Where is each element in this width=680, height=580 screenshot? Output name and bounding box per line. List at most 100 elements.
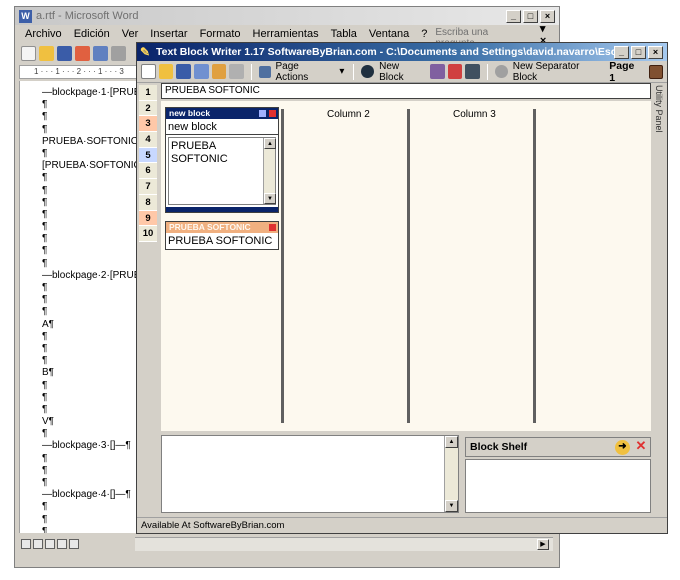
- page-tab-8[interactable]: 8: [139, 194, 157, 211]
- page-tab-5[interactable]: 5: [139, 147, 157, 164]
- new-file-icon[interactable]: [141, 64, 156, 79]
- web-view-icon[interactable]: [33, 539, 43, 549]
- preview-icon[interactable]: [111, 45, 126, 61]
- block-header[interactable]: new block: [166, 108, 278, 119]
- document-line: —blockpage·2·[PRUEB: [42, 269, 141, 281]
- normal-view-icon[interactable]: [21, 539, 31, 549]
- ask-question-input[interactable]: Escriba una pregunta: [433, 27, 529, 49]
- shelf-delete-icon[interactable]: ✕: [632, 438, 650, 456]
- document-line: ¶: [42, 221, 48, 233]
- document-line: ¶: [42, 501, 48, 513]
- scroll-down-icon[interactable]: ▼: [445, 500, 458, 512]
- notes-textarea[interactable]: ▲ ▼: [161, 435, 459, 513]
- menu-herramientas[interactable]: Herramientas: [247, 28, 325, 40]
- toolbar-separator: [250, 63, 252, 80]
- print-view-icon[interactable]: [45, 539, 55, 549]
- ruler: 1 · · · 1 · · · 2 · · · 1 · · · 3: [19, 65, 143, 79]
- text-block[interactable]: new block new block PRUEBA SOFTONIC ▲ ▼: [165, 107, 279, 213]
- menu-tabla[interactable]: Tabla: [325, 28, 363, 40]
- export-icon[interactable]: [193, 64, 209, 79]
- block-header[interactable]: PRUEBA SOFTONIC: [166, 222, 278, 233]
- page-tab-9[interactable]: 9: [139, 210, 157, 227]
- document-line: ¶: [42, 233, 48, 245]
- block-name-field[interactable]: new block: [166, 119, 278, 135]
- notes-scrollbar[interactable]: ▲ ▼: [444, 436, 458, 512]
- open-file-icon[interactable]: [158, 64, 174, 79]
- scroll-down-icon[interactable]: ▼: [264, 193, 276, 204]
- block-shelf-list[interactable]: [465, 459, 651, 513]
- new-doc-icon[interactable]: [21, 45, 36, 61]
- utility-panel-label: Utility Panel: [654, 85, 664, 133]
- import-icon[interactable]: [211, 64, 227, 79]
- page-title-input[interactable]: PRUEBA SOFTONIC: [161, 83, 651, 99]
- document-line: ¶: [42, 111, 48, 123]
- tbw-toolbar: Page Actions ▾ New Block New Separator B…: [137, 60, 667, 84]
- document-line: ¶: [42, 452, 48, 464]
- menu-ventana[interactable]: Ventana: [363, 28, 415, 40]
- text-block[interactable]: PRUEBA SOFTONIC PRUEBA SOFTONIC: [165, 221, 279, 250]
- page-tab-2[interactable]: 2: [139, 100, 157, 117]
- new-block-button[interactable]: New Block: [377, 61, 427, 83]
- column-divider[interactable]: [281, 109, 284, 423]
- save-icon[interactable]: [57, 45, 72, 61]
- menu-help[interactable]: ?: [415, 28, 433, 40]
- block-text-area[interactable]: PRUEBA SOFTONIC ▲ ▼: [168, 137, 276, 205]
- column-divider[interactable]: [407, 109, 410, 423]
- outline-view-icon[interactable]: [57, 539, 67, 549]
- menu-insertar[interactable]: Insertar: [144, 28, 193, 40]
- menu-formato[interactable]: Formato: [194, 28, 247, 40]
- page-actions-button[interactable]: Page Actions: [274, 61, 335, 83]
- column-divider[interactable]: [533, 109, 536, 423]
- menu-archivo[interactable]: Archivo: [19, 28, 68, 40]
- document-line: ¶: [42, 342, 48, 354]
- scroll-up-icon[interactable]: ▲: [264, 138, 276, 149]
- page-tab-3[interactable]: 3: [139, 116, 157, 133]
- scroll-up-icon[interactable]: ▲: [445, 436, 458, 448]
- page-actions-dropdown-icon[interactable]: ▾: [337, 66, 346, 77]
- minimize-button[interactable]: _: [506, 9, 521, 23]
- open-folder-icon[interactable]: [39, 45, 54, 61]
- page-tab-6[interactable]: 6: [139, 163, 157, 180]
- block-collapse-icon[interactable]: [259, 110, 266, 117]
- block-name-field[interactable]: PRUEBA SOFTONIC: [166, 233, 278, 249]
- document-body[interactable]: —blockpage·1·[PRUEB ¶ ¶ ¶ PRUEBA·SOFTONIC¶ ¶[…: [19, 81, 141, 533]
- block-scrollbar[interactable]: ▲ ▼: [263, 138, 276, 204]
- page-tab-7[interactable]: 7: [139, 179, 157, 195]
- reading-view-icon[interactable]: [69, 539, 79, 549]
- document-line: A¶: [42, 318, 55, 330]
- permission-icon[interactable]: [75, 45, 90, 61]
- page-tab-10[interactable]: 10: [139, 226, 157, 242]
- link-icon[interactable]: [465, 64, 481, 79]
- block-delete-icon[interactable]: [269, 110, 276, 117]
- word-titlebar[interactable]: W a.rtf - Microsoft Word _ □ ×: [15, 7, 559, 25]
- block-delete-icon[interactable]: [269, 224, 276, 231]
- maximize-button[interactable]: □: [523, 9, 538, 23]
- menu-ver[interactable]: Ver: [116, 28, 145, 40]
- document-line: B¶: [42, 367, 55, 379]
- horizontal-scrollbar[interactable]: ▶: [135, 537, 553, 551]
- tbw-app-icon: ✎: [140, 44, 151, 59]
- new-separator-button[interactable]: New Separator Block: [511, 61, 607, 83]
- tbw-minimize-button[interactable]: _: [614, 45, 629, 59]
- print-preview-icon[interactable]: [229, 64, 244, 79]
- format-text-icon[interactable]: [447, 64, 463, 79]
- tbw-title: Text Block Writer 1.17 SoftwareByBrian.c…: [156, 46, 614, 58]
- tbw-maximize-button[interactable]: □: [631, 45, 646, 59]
- page-tab-1[interactable]: 1: [139, 85, 157, 101]
- document-line: —blockpage·1·[PRUEB: [42, 87, 141, 98]
- page-tab-4[interactable]: 4: [139, 132, 157, 148]
- utility-panel-tab[interactable]: Utility Panel: [653, 85, 665, 185]
- tbw-close-button[interactable]: ×: [648, 45, 663, 59]
- tbw-titlebar[interactable]: ✎ Text Block Writer 1.17 SoftwareByBrian…: [137, 43, 667, 61]
- menu-edicion[interactable]: Edición: [68, 28, 116, 40]
- document-line: ¶: [42, 513, 48, 525]
- block-header-label: new block: [169, 108, 211, 118]
- block-header-label: PRUEBA SOFTONIC: [169, 222, 251, 232]
- shelf-add-icon[interactable]: ➜: [615, 439, 630, 455]
- print-icon[interactable]: [93, 45, 108, 61]
- page-book-icon[interactable]: [649, 64, 664, 79]
- scroll-right-icon[interactable]: ▶: [537, 539, 549, 550]
- save-file-icon[interactable]: [176, 64, 191, 79]
- block-canvas[interactable]: Column 2 Column 3 new block new block PR…: [161, 101, 651, 431]
- edit-block-icon[interactable]: [430, 64, 445, 79]
